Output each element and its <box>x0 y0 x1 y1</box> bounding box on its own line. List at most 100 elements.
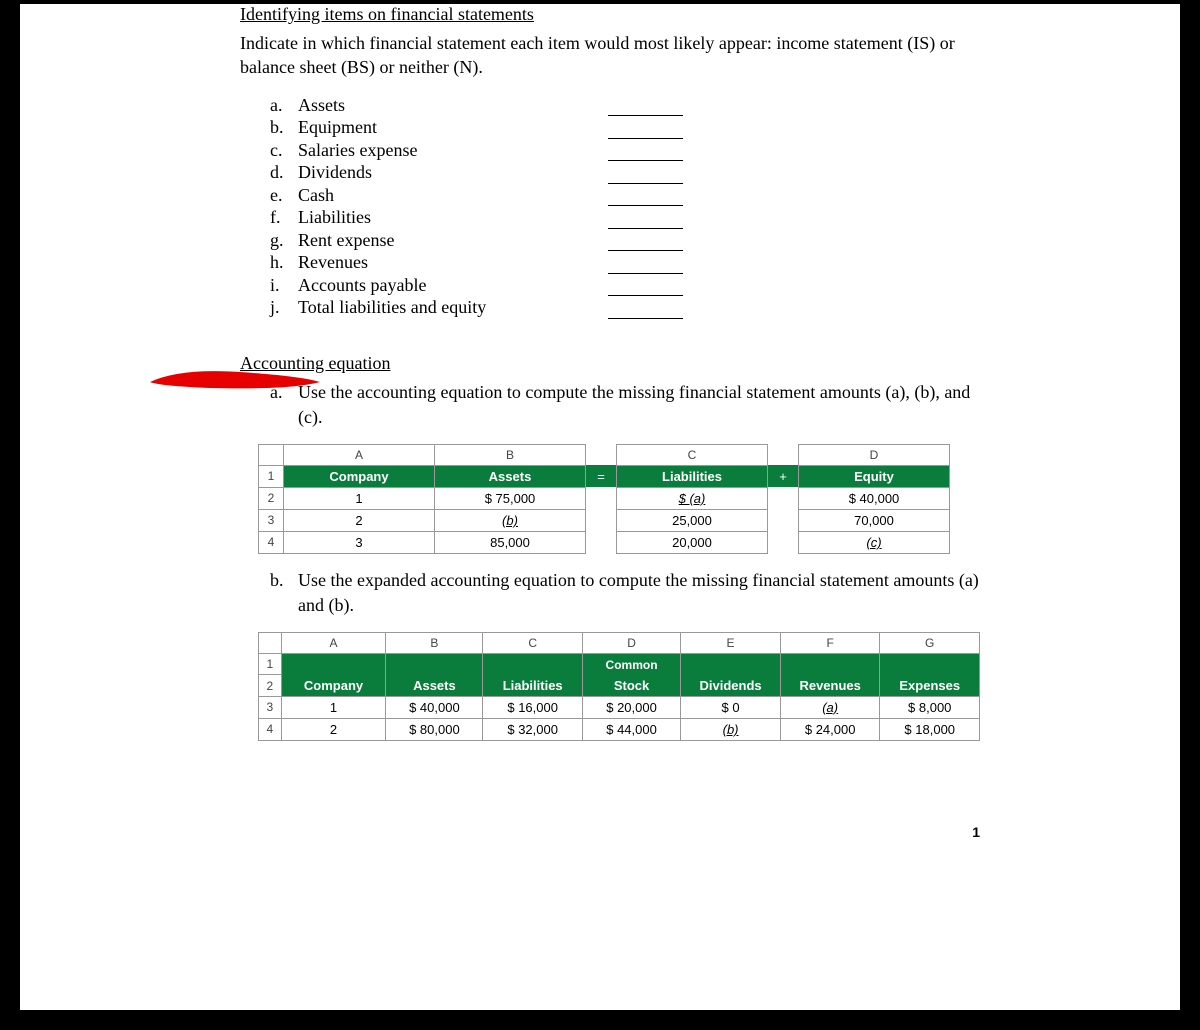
section2-sublist: a. Use the accounting equation to comput… <box>270 380 980 430</box>
col-letter: B <box>435 444 586 465</box>
table-row: 42$ 80,000$ 32,000$ 44,000(b)$ 24,000$ 1… <box>259 718 980 740</box>
answer-blank[interactable] <box>608 255 683 274</box>
list-item: f.Liabilities <box>270 206 980 229</box>
list-item: c.Salaries expense <box>270 139 980 162</box>
table-cell: $ 75,000 <box>435 487 586 509</box>
answer-blank[interactable] <box>608 210 683 229</box>
hdr-liab: Liabilities <box>617 465 768 487</box>
list-item: d.Dividends <box>270 161 980 184</box>
section2-sublist-b: b. Use the expanded accounting equation … <box>270 568 980 618</box>
item-marker: g. <box>270 229 298 252</box>
hdr-common-top: Common <box>582 654 680 675</box>
answer-blank[interactable] <box>608 232 683 251</box>
section1-title: Identifying items on financial statement… <box>240 4 980 25</box>
row-number: 4 <box>259 718 282 740</box>
table-row: 32(b)25,00070,000 <box>259 509 950 531</box>
part-b-text: Use the expanded accounting equation to … <box>298 568 980 618</box>
section2-title: Accounting equation <box>240 353 980 374</box>
item-marker: a. <box>270 94 298 117</box>
table-cell: 2 <box>281 718 386 740</box>
table-row: 21$ 75,000$ (a)$ 40,000 <box>259 487 950 509</box>
hdr-assets: Assets <box>435 465 586 487</box>
item-label: Assets <box>298 94 568 117</box>
item-label: Revenues <box>298 251 568 274</box>
answer-blank[interactable] <box>608 277 683 296</box>
section2-part-b: b. Use the expanded accounting equation … <box>270 568 980 618</box>
table-cell: $ 16,000 <box>483 696 582 718</box>
table-cell: $ 0 <box>681 696 781 718</box>
answer-blank[interactable] <box>608 165 683 184</box>
answer-blank[interactable] <box>608 142 683 161</box>
item-marker: f. <box>270 206 298 229</box>
table1-header-row: 1 Company Assets = Liabilities + Equity <box>259 465 950 487</box>
col-letter: B <box>386 633 483 654</box>
table-cell: $ 40,000 <box>799 487 950 509</box>
table-cell: $ 20,000 <box>582 696 680 718</box>
table-cell: $ 40,000 <box>386 696 483 718</box>
table1-column-letters: A B C D <box>259 444 950 465</box>
table-cell: $ 32,000 <box>483 718 582 740</box>
table-cell: $ 18,000 <box>880 718 980 740</box>
table-cell: (b) <box>681 718 781 740</box>
table-cell: 85,000 <box>435 531 586 553</box>
answer-blank[interactable] <box>608 300 683 319</box>
page-number: 1 <box>972 824 980 840</box>
table2-header-top: 1 Common <box>259 654 980 675</box>
table-cell: $ (a) <box>617 487 768 509</box>
table-cell: 1 <box>281 696 386 718</box>
page-wrapper: Identifying items on financial statement… <box>0 0 1200 1030</box>
table-cell: 70,000 <box>799 509 950 531</box>
row-number: 2 <box>259 487 284 509</box>
table2-column-letters: A B C D E F G <box>259 633 980 654</box>
item-label: Salaries expense <box>298 139 568 162</box>
col-letter: A <box>281 633 386 654</box>
table-cell: $ 24,000 <box>780 718 880 740</box>
hdr-exp: Expenses <box>880 675 980 697</box>
col-letter: C <box>617 444 768 465</box>
table-cell: 20,000 <box>617 531 768 553</box>
table2-header-bottom: 2 Company Assets Liabilities Stock Divid… <box>259 675 980 697</box>
item-label: Accounts payable <box>298 274 568 297</box>
col-letter: F <box>780 633 880 654</box>
list-item: h.Revenues <box>270 251 980 274</box>
hdr-assets: Assets <box>386 675 483 697</box>
hdr-liab: Liabilities <box>483 675 582 697</box>
answer-blank[interactable] <box>608 120 683 139</box>
col-letter: E <box>681 633 781 654</box>
table-cell: $ 44,000 <box>582 718 680 740</box>
list-item: a.Assets <box>270 94 980 117</box>
item-marker: i. <box>270 274 298 297</box>
corner-cell <box>259 444 284 465</box>
item-label: Rent expense <box>298 229 568 252</box>
item-label: Equipment <box>298 116 568 139</box>
answer-blank[interactable] <box>608 97 683 116</box>
red-highlight-mark <box>150 366 320 392</box>
answer-blank[interactable] <box>608 187 683 206</box>
table-cell: 25,000 <box>617 509 768 531</box>
item-marker: b. <box>270 116 298 139</box>
table1-wrap: A B C D 1 Company Assets = Liabilities + <box>258 444 980 554</box>
part-a-text: Use the accounting equation to compute t… <box>298 380 980 430</box>
item-marker: c. <box>270 139 298 162</box>
document-page: Identifying items on financial statement… <box>20 4 1180 1010</box>
col-letter: G <box>880 633 980 654</box>
hdr-div: Dividends <box>681 675 781 697</box>
item-marker: h. <box>270 251 298 274</box>
table-cell: $ 80,000 <box>386 718 483 740</box>
row-number: 3 <box>259 509 284 531</box>
section1-instruction: Indicate in which financial statement ea… <box>240 31 980 80</box>
table1: A B C D 1 Company Assets = Liabilities + <box>258 444 950 554</box>
hdr-company: Company <box>281 675 386 697</box>
item-marker: d. <box>270 161 298 184</box>
item-label: Liabilities <box>298 206 568 229</box>
col-letter: D <box>582 633 680 654</box>
table2-wrap: A B C D E F G 1 Common <box>258 632 980 741</box>
row-number: 4 <box>259 531 284 553</box>
table-cell: 2 <box>284 509 435 531</box>
table-row: 31$ 40,000$ 16,000$ 20,000$ 0(a)$ 8,000 <box>259 696 980 718</box>
hdr-plus: + <box>768 465 799 487</box>
corner-cell <box>259 633 282 654</box>
table-cell: (c) <box>799 531 950 553</box>
item-marker: e. <box>270 184 298 207</box>
list-item: i.Accounts payable <box>270 274 980 297</box>
